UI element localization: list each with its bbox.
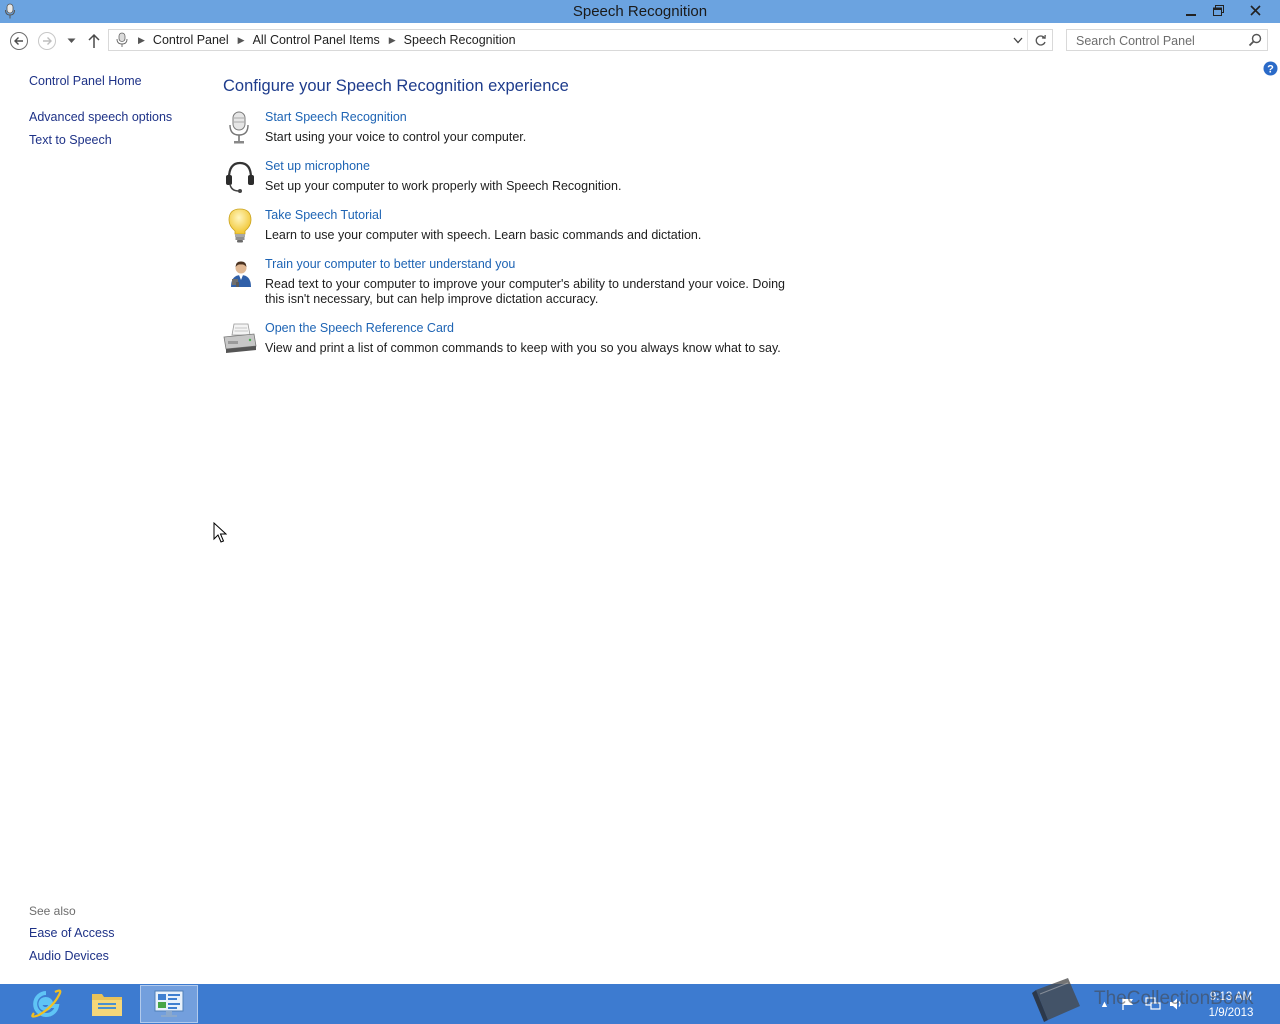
chevron-down-icon [67, 38, 75, 43]
task-description: Learn to use your computer with speech. … [265, 228, 702, 242]
forward-arrow-icon [38, 32, 56, 50]
advanced-speech-options-link[interactable]: Advanced speech options [29, 110, 172, 124]
text-to-speech-link[interactable]: Text to Speech [29, 133, 112, 147]
search-box[interactable] [1066, 29, 1268, 51]
volume-icon[interactable] [1169, 997, 1183, 1011]
title-bar: Speech Recognition [0, 0, 1280, 23]
mouse-cursor-icon [213, 522, 227, 543]
task-description: View and print a list of common commands… [265, 341, 781, 355]
start-speech-recognition-link[interactable]: Start Speech Recognition [265, 110, 407, 124]
up-arrow-icon [88, 33, 100, 48]
breadcrumb-speech-recognition[interactable]: Speech Recognition [404, 33, 516, 47]
recent-locations-button[interactable] [63, 31, 79, 51]
taskbar-clock[interactable]: 9:13 AM 1/9/2013 [1196, 989, 1266, 1021]
taskbar-file-explorer[interactable] [78, 985, 136, 1023]
task-description: Start using your voice to control your c… [265, 130, 527, 144]
taskbar-internet-explorer[interactable] [17, 985, 75, 1023]
control-panel-icon [154, 990, 184, 1017]
system-tray: ▲ [1100, 984, 1183, 1024]
lightbulb-icon [228, 208, 252, 243]
clock-date: 1/9/2013 [1208, 1007, 1254, 1019]
breadcrumb-all-items[interactable]: All Control Panel Items [253, 33, 380, 47]
forward-button[interactable] [37, 31, 57, 51]
user-training-icon [231, 261, 251, 287]
restore-button[interactable] [1203, 0, 1233, 21]
navigation-bar: ▶ Control Panel ▶ All Control Panel Item… [0, 23, 1280, 59]
back-arrow-icon [10, 32, 28, 50]
folder-icon [92, 994, 122, 1016]
network-icon[interactable] [1145, 997, 1161, 1011]
breadcrumb-control-panel[interactable]: Control Panel [153, 33, 229, 47]
microphone-location-icon [116, 32, 128, 47]
breadcrumb-separator-icon[interactable]: ▶ [389, 35, 396, 46]
minimize-icon [1186, 13, 1196, 16]
audio-devices-link[interactable]: Audio Devices [29, 949, 109, 963]
search-icon[interactable] [1248, 33, 1262, 47]
printer-icon [223, 323, 257, 353]
close-button[interactable] [1236, 0, 1274, 21]
show-hidden-icons-button[interactable]: ▲ [1100, 999, 1109, 1009]
microphone-icon [229, 111, 249, 144]
control-panel-home-link[interactable]: Control Panel Home [29, 74, 142, 88]
action-center-flag-icon[interactable] [1121, 997, 1135, 1011]
open-speech-reference-card-link[interactable]: Open the Speech Reference Card [265, 321, 454, 335]
headset-icon [226, 161, 254, 193]
ease-of-access-link[interactable]: Ease of Access [29, 926, 114, 940]
minimize-button[interactable] [1176, 0, 1206, 21]
address-bar[interactable]: ▶ Control Panel ▶ All Control Panel Item… [108, 29, 1053, 51]
task-description: Read text to your computer to improve yo… [265, 277, 786, 306]
chevron-down-icon [1013, 37, 1023, 43]
up-button[interactable] [84, 31, 104, 51]
task-description: Set up your computer to work properly wi… [265, 179, 622, 193]
breadcrumb-separator-icon[interactable]: ▶ [238, 35, 245, 46]
refresh-button[interactable] [1027, 30, 1052, 50]
close-icon [1249, 5, 1261, 16]
search-input[interactable] [1074, 31, 1248, 51]
address-dropdown-button[interactable] [1010, 32, 1026, 48]
help-icon[interactable]: ? [1263, 61, 1278, 76]
taskbar: ▲ 9:13 AM 1/9/2013 [0, 984, 1280, 1024]
window-title: Speech Recognition [572, 3, 708, 20]
breadcrumb-separator-icon[interactable]: ▶ [138, 35, 145, 46]
internet-explorer-icon [31, 989, 62, 1018]
back-button[interactable] [9, 31, 29, 51]
clock-time: 9:13 AM [1209, 991, 1253, 1003]
set-up-microphone-link[interactable]: Set up microphone [265, 159, 370, 173]
page-title: Configure your Speech Recognition experi… [223, 77, 569, 95]
taskbar-control-panel[interactable] [140, 985, 198, 1023]
train-computer-link[interactable]: Train your computer to better understand… [265, 257, 515, 271]
refresh-icon [1035, 34, 1046, 46]
see-also-heading: See also [29, 904, 76, 918]
take-speech-tutorial-link[interactable]: Take Speech Tutorial [265, 208, 382, 222]
svg-text:?: ? [1267, 64, 1274, 76]
restore-icon [1212, 5, 1224, 16]
